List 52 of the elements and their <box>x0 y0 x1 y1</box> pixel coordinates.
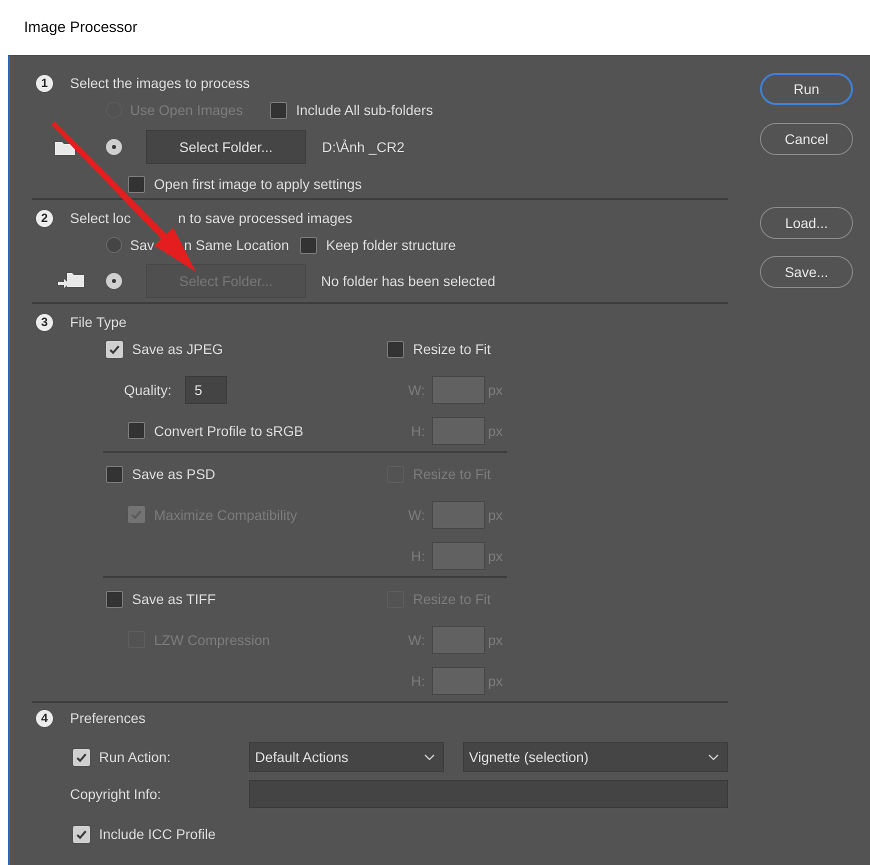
checkbox-label: Include All sub-folders <box>296 102 433 118</box>
step-number: 4 <box>36 710 53 726</box>
quality-label: Quality: <box>124 382 172 398</box>
checkbox-label: Open first image to apply settings <box>154 176 362 192</box>
chevron-down-icon <box>424 754 435 760</box>
checkbox-label: Save as JPEG <box>132 341 224 357</box>
size-field[interactable] <box>432 416 485 444</box>
section-title: n to save processed images <box>178 210 352 226</box>
checkbox-label: Resize to Fit <box>413 341 491 357</box>
checkbox-label: Keep folder structure <box>326 237 456 253</box>
checkbox-label: Run Action: <box>99 749 171 765</box>
size-field[interactable] <box>432 500 485 528</box>
checkbox[interactable] <box>128 422 145 439</box>
folder-arrow-icon <box>58 272 84 290</box>
step-number: 1 <box>36 74 53 92</box>
chevron-down-icon <box>708 754 719 760</box>
checkbox[interactable] <box>128 176 145 192</box>
size-field[interactable] <box>432 626 485 654</box>
checkbox[interactable] <box>387 340 404 358</box>
section-title: Select the images to process <box>70 75 250 91</box>
section-title: Select loc <box>70 210 132 226</box>
window-title: Image Processor <box>24 19 138 36</box>
radio-button[interactable] <box>106 237 122 253</box>
dialog-button[interactable]: Load... <box>760 207 853 239</box>
section-title: File Type <box>70 314 127 330</box>
checkbox-label: Save as PSD <box>132 466 216 482</box>
copyright-field[interactable] <box>249 780 728 808</box>
folder-status: No folder has been selected <box>321 272 496 288</box>
action-set-dropdown[interactable]: Default Actions <box>249 742 444 772</box>
folder-path: D:\Ảnh _CR2 <box>322 139 404 155</box>
checkbox-label: Include ICC Profile <box>99 826 216 842</box>
step-number: 3 <box>36 314 53 330</box>
dialog-button[interactable]: Cancel <box>760 123 853 155</box>
field-label: Copyright Info: <box>70 786 162 802</box>
checkbox[interactable] <box>270 102 287 118</box>
checkbox[interactable] <box>106 590 123 608</box>
dialog-button[interactable]: Run <box>760 73 853 105</box>
checkbox[interactable] <box>300 236 317 254</box>
quality-field[interactable]: 5 <box>185 376 228 404</box>
checkbox[interactable] <box>106 466 123 482</box>
action-dropdown[interactable]: Vignette (selection) <box>463 742 728 772</box>
select-folder-button[interactable]: Select Folder... <box>146 130 306 164</box>
section-title: Preferences <box>70 710 146 726</box>
size-field[interactable] <box>432 542 485 570</box>
radio-label: Sav <box>130 237 154 253</box>
radio-label: n Same Location <box>184 237 290 253</box>
dialog-button[interactable]: Save... <box>760 256 853 288</box>
size-field[interactable] <box>432 666 485 694</box>
size-field[interactable] <box>432 376 485 404</box>
checkbox-label: Save as TIFF <box>132 591 216 607</box>
checkbox-label: Convert Profile to sRGB <box>154 422 304 438</box>
step-number: 2 <box>36 210 53 226</box>
